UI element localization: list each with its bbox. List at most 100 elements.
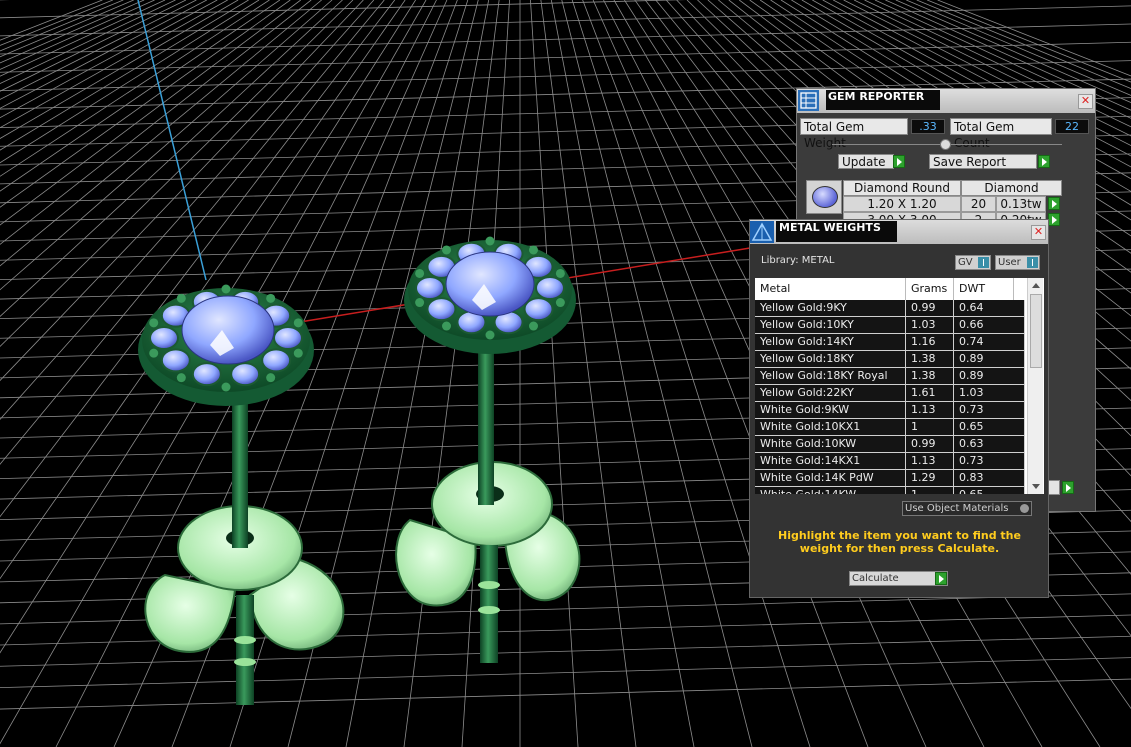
metal-cell-name: White Gold:14KW: [755, 487, 906, 494]
metal-cell-dwt: 0.73: [954, 453, 1025, 469]
right-earring-post: [478, 345, 494, 505]
gem-reporter-slider-knob[interactable]: [940, 139, 951, 150]
metal-cell-grams: 1.13: [906, 453, 954, 469]
metal-cell-dwt: 0.64: [954, 300, 1025, 316]
gem-reporter-title: GEM REPORTER: [826, 90, 940, 110]
metal-weights-logo-icon: [750, 221, 774, 243]
metal-weights-titlebar[interactable]: METAL WEIGHTS ✕: [750, 220, 1048, 244]
gem-row-play-icon[interactable]: [1048, 197, 1060, 210]
gem-row-play-icon[interactable]: [1048, 213, 1060, 226]
update-button[interactable]: Update: [838, 154, 894, 169]
metal-row[interactable]: White Gold:10KX1 1 0.65: [755, 419, 1025, 436]
right-earring[interactable]: [395, 236, 581, 664]
metal-cell-grams: 1.61: [906, 385, 954, 401]
gem-row-count: 20: [961, 196, 996, 212]
metal-row[interactable]: White Gold:14KX1 1.13 0.73: [755, 453, 1025, 470]
metal-weights-hint: Highlight the item you want to find the …: [778, 529, 1021, 555]
metal-row[interactable]: Yellow Gold:22KY 1.61 1.03: [755, 385, 1025, 402]
metal-row[interactable]: Yellow Gold:18KY 1.38 0.89: [755, 351, 1025, 368]
column-header-dwt[interactable]: DWT: [954, 278, 1014, 300]
metal-cell-grams: 1.16: [906, 334, 954, 350]
metal-cell-dwt: 0.89: [954, 351, 1025, 367]
gv-indicator-icon: [978, 257, 989, 268]
left-center-gem: [181, 295, 275, 365]
scroll-down-arrow-icon[interactable]: [1032, 484, 1040, 489]
metal-cell-name: White Gold:9KW: [755, 402, 906, 418]
user-toggle[interactable]: User: [995, 255, 1040, 270]
metal-cell-dwt: 0.63: [954, 436, 1025, 452]
metal-cell-grams: 1.13: [906, 402, 954, 418]
left-earring-head: [138, 284, 314, 406]
calculate-play-icon[interactable]: [935, 572, 947, 585]
gem-shape-header: Diamond Round: [843, 180, 961, 196]
metal-cell-name: White Gold:10KW: [755, 436, 906, 452]
gv-toggle[interactable]: GV: [955, 255, 991, 270]
metal-cell-grams: 0.99: [906, 300, 954, 316]
gem-reporter-close-button[interactable]: ✕: [1078, 94, 1093, 109]
metal-table-header: Metal Grams DWT: [755, 278, 1025, 301]
metal-cell-grams: 1.29: [906, 470, 954, 486]
y-axis-line: [137, 0, 207, 281]
user-toggle-label: User: [998, 257, 1021, 268]
metal-row[interactable]: Yellow Gold:18KY Royal 1.38 0.89: [755, 368, 1025, 385]
use-object-materials-radio-icon[interactable]: [1020, 504, 1029, 513]
right-center-gem: [445, 251, 535, 317]
metal-cell-name: White Gold:14K PdW: [755, 470, 906, 486]
metal-weights-close-button[interactable]: ✕: [1031, 225, 1046, 240]
metal-row[interactable]: Yellow Gold:10KY 1.03 0.66: [755, 317, 1025, 334]
metal-cell-grams: 1: [906, 419, 954, 435]
metal-table-rows: Yellow Gold:9KY 0.99 0.64 Yellow Gold:10KY 1…: [755, 300, 1025, 494]
metal-table-scrollbar[interactable]: [1027, 278, 1043, 494]
metal-cell-name: Yellow Gold:18KY Royal: [755, 368, 906, 384]
use-object-materials-label: Use Object Materials: [905, 503, 1009, 514]
metal-cell-name: Yellow Gold:18KY: [755, 351, 906, 367]
metal-cell-name: White Gold:10KX1: [755, 419, 906, 435]
gem-row-weight: 0.13tw: [996, 196, 1046, 212]
column-header-metal[interactable]: Metal: [755, 278, 906, 300]
metal-weights-title: METAL WEIGHTS: [776, 221, 897, 242]
scroll-thumb[interactable]: [1030, 294, 1042, 368]
metal-cell-dwt: 0.89: [954, 368, 1025, 384]
total-gem-weight-label: Total Gem Weight: [800, 118, 908, 150]
diamond-thumbnail-icon: [806, 180, 842, 214]
column-header-grams[interactable]: Grams: [906, 278, 954, 300]
metal-table[interactable]: Metal Grams DWT Yellow Gold:9KY 0.99 0.64 Y…: [755, 278, 1044, 494]
metal-row[interactable]: White Gold:9KW 1.13 0.73: [755, 402, 1025, 419]
metal-cell-dwt: 0.83: [954, 470, 1025, 486]
metal-cell-name: Yellow Gold:9KY: [755, 300, 906, 316]
metal-row[interactable]: Yellow Gold:14KY 1.16 0.74: [755, 334, 1025, 351]
user-indicator-icon: [1027, 257, 1038, 268]
metal-cell-grams: 1.03: [906, 317, 954, 333]
use-object-materials-option[interactable]: Use Object Materials: [902, 501, 1032, 516]
gv-toggle-label: GV: [958, 257, 973, 268]
metal-cell-dwt: 0.74: [954, 334, 1025, 350]
metal-cell-grams: 1.38: [906, 351, 954, 367]
metal-row[interactable]: White Gold:14KW10.65: [755, 487, 1025, 494]
total-gem-weight-value: .33: [911, 119, 945, 134]
metal-cell-grams: 1.38: [906, 368, 954, 384]
calculate-button[interactable]: Calculate: [849, 571, 948, 586]
save-report-button[interactable]: Save Report: [929, 154, 1037, 169]
metal-cell-name: Yellow Gold:14KY: [755, 334, 906, 350]
metal-cell-dwt: 0.73: [954, 402, 1025, 418]
gem-row-size: 1.20 X 1.20: [843, 196, 961, 212]
gem-reporter-bottom-play-icon[interactable]: [1062, 481, 1074, 494]
metal-row[interactable]: Yellow Gold:9KY 0.99 0.64: [755, 300, 1025, 317]
gem-reporter-logo-icon: [798, 90, 819, 111]
metal-row[interactable]: White Gold:10KW 0.99 0.63: [755, 436, 1025, 453]
metal-cell-name: Yellow Gold:22KY: [755, 385, 906, 401]
metal-cell-name: Yellow Gold:10KY: [755, 317, 906, 333]
metal-row[interactable]: White Gold:14K PdW 1.29 0.83: [755, 470, 1025, 487]
save-report-play-icon[interactable]: [1038, 155, 1050, 168]
metal-cell-dwt: 0.65: [954, 419, 1025, 435]
metal-cell-dwt: 0.66: [954, 317, 1025, 333]
left-earring-post: [232, 400, 248, 548]
gem-reporter-titlebar[interactable]: GEM REPORTER ✕: [797, 89, 1095, 113]
update-play-icon[interactable]: [893, 155, 905, 168]
metal-cell-dwt: 1.03: [954, 385, 1025, 401]
scroll-up-arrow-icon[interactable]: [1032, 283, 1040, 288]
right-earring-head: [404, 236, 576, 354]
metal-cell-grams: 1: [906, 487, 954, 494]
library-label: Library: METAL: [761, 255, 835, 266]
metal-cell-grams: 0.99: [906, 436, 954, 452]
